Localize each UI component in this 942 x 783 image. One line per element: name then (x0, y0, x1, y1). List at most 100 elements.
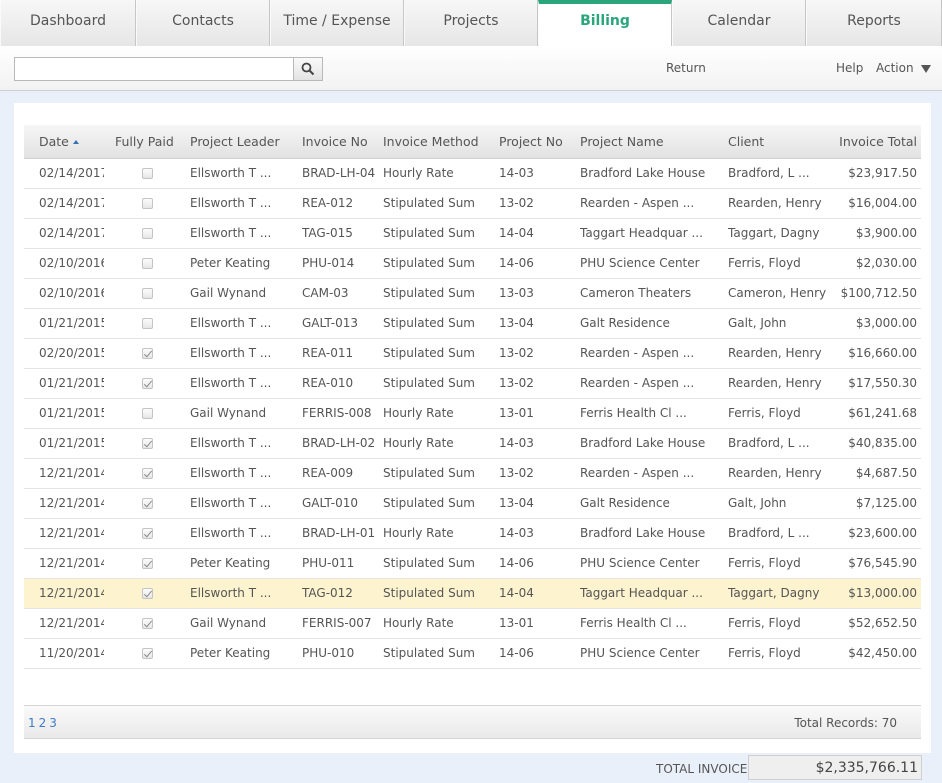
tab-time-expense[interactable]: Time / Expense (270, 0, 404, 46)
cell-fully-paid (104, 548, 190, 579)
column-header-project-no[interactable]: Project No (499, 125, 580, 159)
cell-invoice-method: Stipulated Sum (383, 488, 499, 519)
cell-project-leader: Gail Wynand (190, 278, 302, 309)
cell-client: Galt, John (728, 308, 828, 339)
fully-paid-checkbox[interactable] (141, 528, 153, 539)
cell-project-name: Taggart Headquar ... (580, 218, 728, 249)
table-row[interactable]: 02/14/2017 Ellsworth T ... TAG-015 Stipulat… (24, 218, 921, 249)
table-row[interactable]: 12/21/2014 Ellsworth T ... TAG-012 Stipulat… (24, 578, 921, 609)
fully-paid-checkbox[interactable] (141, 348, 153, 359)
cell-invoice-method: Stipulated Sum (383, 458, 499, 489)
cell-invoice-method: Hourly Rate (383, 158, 499, 189)
cell-fully-paid (104, 158, 190, 189)
cell-fully-paid (104, 308, 190, 339)
table-row[interactable]: 01/21/2015 Ellsworth T ... GALT-013 Stipula… (24, 308, 921, 339)
cell-project-no: 14-04 (499, 578, 580, 609)
tab-projects[interactable]: Projects (404, 0, 538, 46)
cell-project-no: 14-03 (499, 428, 580, 459)
table-row[interactable]: 12/21/2014 Gail Wynand FERRIS-007 Hourly Ra… (24, 608, 921, 639)
table-row[interactable]: 02/14/2017 Ellsworth T ... REA-012 Stipulat… (24, 188, 921, 219)
table-row[interactable]: 01/21/2015 Ellsworth T ... REA-010 Stipulat… (24, 368, 921, 399)
tab-reports[interactable]: Reports (806, 0, 942, 46)
invoice-grid: Date Fully Paid Project Leader Invoice N… (24, 125, 921, 669)
search-icon (301, 62, 315, 76)
fully-paid-checkbox[interactable] (141, 468, 153, 479)
cell-invoice-no: CAM-03 (302, 278, 383, 309)
fully-paid-checkbox[interactable] (141, 258, 153, 269)
page-link-3[interactable]: 3 (49, 716, 57, 730)
cell-date: 02/20/2015 (24, 338, 104, 369)
table-row[interactable]: 01/21/2015 Ellsworth T ... BRAD-LH-02 Hourl… (24, 428, 921, 459)
table-row[interactable]: 11/20/2014 Peter Keating PHU-010 Stipulated… (24, 638, 921, 669)
cell-invoice-method: Stipulated Sum (383, 638, 499, 669)
cell-invoice-method: Stipulated Sum (383, 188, 499, 219)
fully-paid-checkbox[interactable] (141, 618, 153, 629)
cell-invoice-method: Hourly Rate (383, 518, 499, 549)
action-menu[interactable]: Action (876, 61, 931, 75)
table-row[interactable]: 02/10/2016 Gail Wynand CAM-03 Stipulated Su… (24, 278, 921, 309)
cell-client: Rearden, Henry (728, 368, 828, 399)
column-header-fully-paid[interactable]: Fully Paid (104, 125, 190, 159)
caret-down-icon (920, 64, 931, 73)
cell-client: Ferris, Floyd (728, 248, 828, 279)
fully-paid-checkbox[interactable] (141, 498, 153, 509)
fully-paid-checkbox[interactable] (141, 198, 153, 209)
cell-project-name: Galt Residence (580, 308, 728, 339)
search-input[interactable] (14, 57, 294, 81)
table-row[interactable]: 12/21/2014 Ellsworth T ... REA-009 Stipulat… (24, 458, 921, 489)
column-header-project-leader[interactable]: Project Leader (190, 125, 302, 159)
cell-invoice-total: $7,125.00 (828, 488, 921, 519)
return-link[interactable]: Return (666, 61, 706, 75)
column-header-invoice-no[interactable]: Invoice No (302, 125, 383, 159)
cell-date: 01/21/2015 (24, 428, 104, 459)
table-row[interactable]: 01/21/2015 Gail Wynand FERRIS-008 Hourly Ra… (24, 398, 921, 429)
cell-project-no: 13-02 (499, 368, 580, 399)
column-header-invoice-total[interactable]: Invoice Total (828, 125, 921, 159)
cell-project-no: 13-02 (499, 338, 580, 369)
table-row[interactable]: 12/21/2014 Ellsworth T ... BRAD-LH-01 Hourl… (24, 518, 921, 549)
fully-paid-checkbox[interactable] (141, 408, 153, 419)
column-header-invoice-method[interactable]: Invoice Method (383, 125, 499, 159)
table-row[interactable]: 02/20/2015 Ellsworth T ... REA-011 Stipulat… (24, 338, 921, 369)
cell-invoice-total: $40,835.00 (828, 428, 921, 459)
cell-project-name: PHU Science Center (580, 548, 728, 579)
fully-paid-checkbox[interactable] (141, 588, 153, 599)
table-row[interactable]: 12/21/2014 Ellsworth T ... GALT-010 Stipula… (24, 488, 921, 519)
cell-project-leader: Peter Keating (190, 638, 302, 669)
page-link-1[interactable]: 1 (28, 716, 36, 730)
fully-paid-checkbox[interactable] (141, 288, 153, 299)
fully-paid-checkbox[interactable] (141, 378, 153, 389)
help-link[interactable]: Help (836, 61, 863, 75)
tab-calendar[interactable]: Calendar (672, 0, 806, 46)
fully-paid-checkbox[interactable] (141, 558, 153, 569)
cell-client: Rearden, Henry (728, 188, 828, 219)
cell-project-no: 14-03 (499, 158, 580, 189)
tab-billing[interactable]: Billing (538, 0, 672, 46)
column-header-date[interactable]: Date (24, 125, 104, 159)
cell-invoice-total: $100,712.50 (828, 278, 921, 309)
cell-invoice-no: BRAD-LH-01 (302, 518, 383, 549)
column-header-client[interactable]: Client (728, 125, 828, 159)
cell-invoice-total: $23,600.00 (828, 518, 921, 549)
cell-client: Rearden, Henry (728, 458, 828, 489)
cell-project-leader: Ellsworth T ... (190, 458, 302, 489)
table-row[interactable]: 02/10/2016 Peter Keating PHU-014 Stipulated… (24, 248, 921, 279)
search-button[interactable] (293, 57, 323, 81)
fully-paid-checkbox[interactable] (141, 318, 153, 329)
fully-paid-checkbox[interactable] (141, 228, 153, 239)
table-row[interactable]: 12/21/2014 Peter Keating PHU-011 Stipulated… (24, 548, 921, 579)
column-header-project-name[interactable]: Project Name (580, 125, 728, 159)
cell-fully-paid (104, 458, 190, 489)
table-row[interactable]: 02/14/2017 Ellsworth T ... BRAD-LH-04 Hourl… (24, 158, 921, 189)
cell-invoice-total: $4,687.50 (828, 458, 921, 489)
fully-paid-checkbox[interactable] (141, 168, 153, 179)
page-link-2[interactable]: 2 (39, 716, 47, 730)
cell-fully-paid (104, 608, 190, 639)
fully-paid-checkbox[interactable] (141, 648, 153, 659)
fully-paid-checkbox[interactable] (141, 438, 153, 449)
tab-contacts[interactable]: Contacts (136, 0, 270, 46)
cell-project-name: Rearden - Aspen ... (580, 458, 728, 489)
cell-project-leader: Ellsworth T ... (190, 308, 302, 339)
column-header-label: Date (39, 133, 69, 149)
tab-dashboard[interactable]: Dashboard (0, 0, 136, 46)
